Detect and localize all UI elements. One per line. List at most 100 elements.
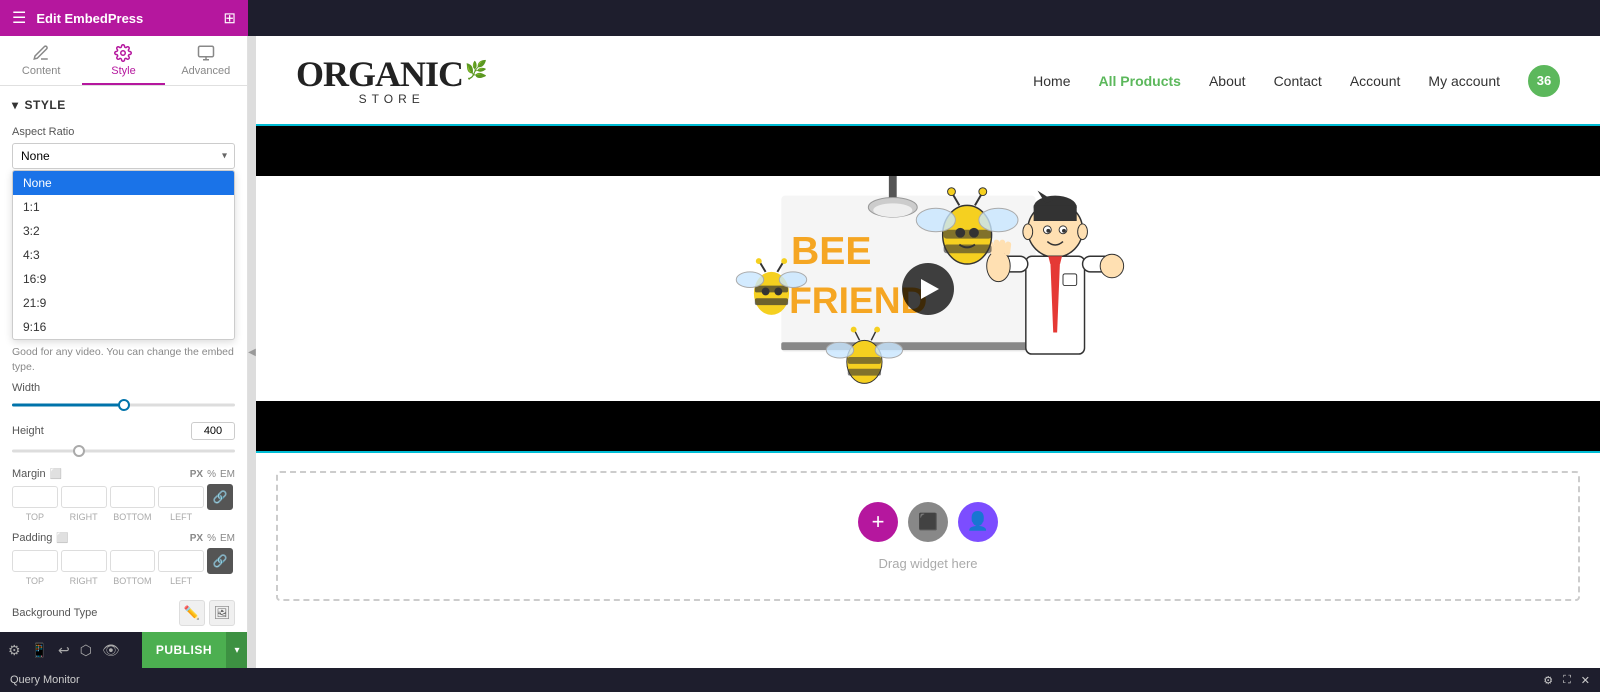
margin-bottom-label: BOTTOM xyxy=(110,512,156,522)
logo-leaf-icon: 🌿 xyxy=(465,60,487,81)
height-row: Height xyxy=(12,422,235,458)
padding-top-input[interactable] xyxy=(12,550,58,572)
aspect-ratio-select[interactable]: None 1:1 3:2 4:3 16:9 21:9 9:16 xyxy=(12,143,235,169)
padding-top-label: TOP xyxy=(12,576,58,586)
add-widget-button[interactable]: + xyxy=(858,502,898,542)
widget-drop-zone: + ⬛ 👤 Drag widget here xyxy=(276,471,1580,601)
hamburger-icon[interactable]: ☰ xyxy=(12,8,26,28)
logo-store-text: STORE xyxy=(359,92,425,106)
tab-content-label: Content xyxy=(22,65,61,77)
nav-home[interactable]: Home xyxy=(1033,73,1070,89)
aspect-ratio-label: Aspect Ratio xyxy=(12,126,74,138)
dropdown-item-none[interactable]: None xyxy=(13,171,234,195)
resize-handle[interactable]: ◀ xyxy=(248,36,256,668)
website-nav: ORGANIC 🌿 STORE Home All Products About … xyxy=(256,36,1600,126)
style-section-header[interactable]: ▾ Style xyxy=(12,98,235,112)
logo-text: ORGANIC xyxy=(296,56,463,92)
margin-left-input[interactable] xyxy=(158,486,204,508)
template-button[interactable]: 👤 xyxy=(958,502,998,542)
background-type-pen-button[interactable]: ✏️ xyxy=(179,600,205,626)
margin-link-button[interactable]: 🔗 xyxy=(207,484,233,510)
tab-style[interactable]: Style xyxy=(82,36,164,85)
padding-unit-percent[interactable]: % xyxy=(207,533,216,544)
section-button[interactable]: ⬛ xyxy=(908,502,948,542)
tab-advanced[interactable]: Advanced xyxy=(165,36,247,85)
background-type-label: Background Type xyxy=(12,607,97,619)
query-monitor-close-icon[interactable]: ✕ xyxy=(1581,674,1590,687)
grid-icon[interactable]: ⊞ xyxy=(223,9,236,27)
aspect-ratio-dropdown: None 1:1 3:2 4:3 16:9 xyxy=(12,170,235,340)
chevron-down-icon: ▾ xyxy=(12,98,19,112)
width-label: Width xyxy=(12,382,40,394)
dropdown-item-21-9[interactable]: 21:9 xyxy=(13,291,234,315)
margin-left-label: LEFT xyxy=(158,512,204,522)
nav-about[interactable]: About xyxy=(1209,73,1246,89)
logo: ORGANIC 🌿 STORE xyxy=(296,56,487,106)
padding-unit-px[interactable]: PX xyxy=(190,533,203,544)
background-type-image-button[interactable]: 🖼 xyxy=(209,600,235,626)
padding-right-input[interactable] xyxy=(61,550,107,572)
query-monitor-gear-icon[interactable]: ⚙ xyxy=(1543,674,1553,687)
tab-advanced-label: Advanced xyxy=(181,65,230,77)
query-monitor-expand-icon[interactable]: ⛶ xyxy=(1563,674,1571,687)
eye-icon[interactable]: 👁 xyxy=(102,642,120,659)
height-label: Height xyxy=(12,425,44,437)
margin-unit-px[interactable]: PX xyxy=(190,469,203,480)
aspect-ratio-hint: Good for any video. You can change the e… xyxy=(12,345,235,374)
query-monitor-label: Query Monitor xyxy=(10,674,80,686)
editor-title: Edit EmbedPress xyxy=(36,11,143,26)
margin-top-input[interactable] xyxy=(12,486,58,508)
publish-arrow-button[interactable]: ▾ xyxy=(226,632,248,668)
padding-bottom-input[interactable] xyxy=(110,550,156,572)
settings-icon[interactable]: ⚙ xyxy=(8,642,21,659)
dropdown-none-label: None xyxy=(23,176,52,190)
padding-link-button[interactable]: 🔗 xyxy=(207,548,233,574)
redo-icon[interactable]: ⬡ xyxy=(80,642,92,659)
nav-contact[interactable]: Contact xyxy=(1274,73,1322,89)
play-button[interactable] xyxy=(902,263,954,315)
video-container[interactable]: BEE FRIEND xyxy=(256,126,1600,451)
dropdown-item-9-16[interactable]: 9:16 xyxy=(13,315,234,339)
undo-icon[interactable]: ↩ xyxy=(58,642,70,659)
embed-widget-area: BEE FRIEND xyxy=(256,126,1600,451)
margin-unit-percent[interactable]: % xyxy=(207,469,216,480)
padding-left-label: LEFT xyxy=(158,576,204,586)
drag-widget-text: Drag widget here xyxy=(879,556,978,571)
padding-unit-em[interactable]: EM xyxy=(220,533,235,544)
margin-icon: ⬜ xyxy=(50,469,62,480)
margin-top-label: TOP xyxy=(12,512,58,522)
dropdown-item-4-3[interactable]: 4:3 xyxy=(13,243,234,267)
dropdown-16-9-label: 16:9 xyxy=(23,272,46,286)
publish-button[interactable]: PUBLISH xyxy=(142,632,226,668)
cart-button[interactable]: 36 xyxy=(1528,65,1560,97)
padding-right-label: RIGHT xyxy=(61,576,107,586)
tab-content[interactable]: Content xyxy=(0,36,82,85)
margin-row: Margin ⬜ PX % EM 🔗 xyxy=(12,468,235,522)
padding-left-input[interactable] xyxy=(158,550,204,572)
query-monitor-bar: Query Monitor ⚙ ⛶ ✕ xyxy=(0,668,1600,692)
margin-right-label: RIGHT xyxy=(61,512,107,522)
dropdown-4-3-label: 4:3 xyxy=(23,248,40,262)
margin-unit-em[interactable]: EM xyxy=(220,469,235,480)
dropdown-item-1-1[interactable]: 1:1 xyxy=(13,195,234,219)
padding-bottom-label: BOTTOM xyxy=(110,576,156,586)
phone-icon[interactable]: 📱 xyxy=(31,642,48,659)
nav-all-products[interactable]: All Products xyxy=(1099,73,1181,89)
dropdown-3-2-label: 3:2 xyxy=(23,224,40,238)
dropdown-item-3-2[interactable]: 3:2 xyxy=(13,219,234,243)
style-label: Style xyxy=(25,98,66,112)
height-slider-thumb[interactable] xyxy=(73,445,85,457)
main-nav: Home All Products About Contact Account … xyxy=(1033,65,1560,97)
tab-style-label: Style xyxy=(111,65,135,77)
padding-icon: ⬜ xyxy=(56,533,68,544)
background-type-row: Background Type ✏️ 🖼 xyxy=(12,600,235,626)
margin-bottom-input[interactable] xyxy=(110,486,156,508)
margin-label: Margin ⬜ xyxy=(12,468,62,480)
margin-right-input[interactable] xyxy=(61,486,107,508)
nav-account[interactable]: Account xyxy=(1350,73,1401,89)
dropdown-9-16-label: 9:16 xyxy=(23,320,46,334)
dropdown-item-16-9[interactable]: 16:9 xyxy=(13,267,234,291)
width-slider-thumb[interactable] xyxy=(118,399,130,411)
nav-my-account[interactable]: My account xyxy=(1428,73,1500,89)
height-input[interactable] xyxy=(191,422,235,440)
